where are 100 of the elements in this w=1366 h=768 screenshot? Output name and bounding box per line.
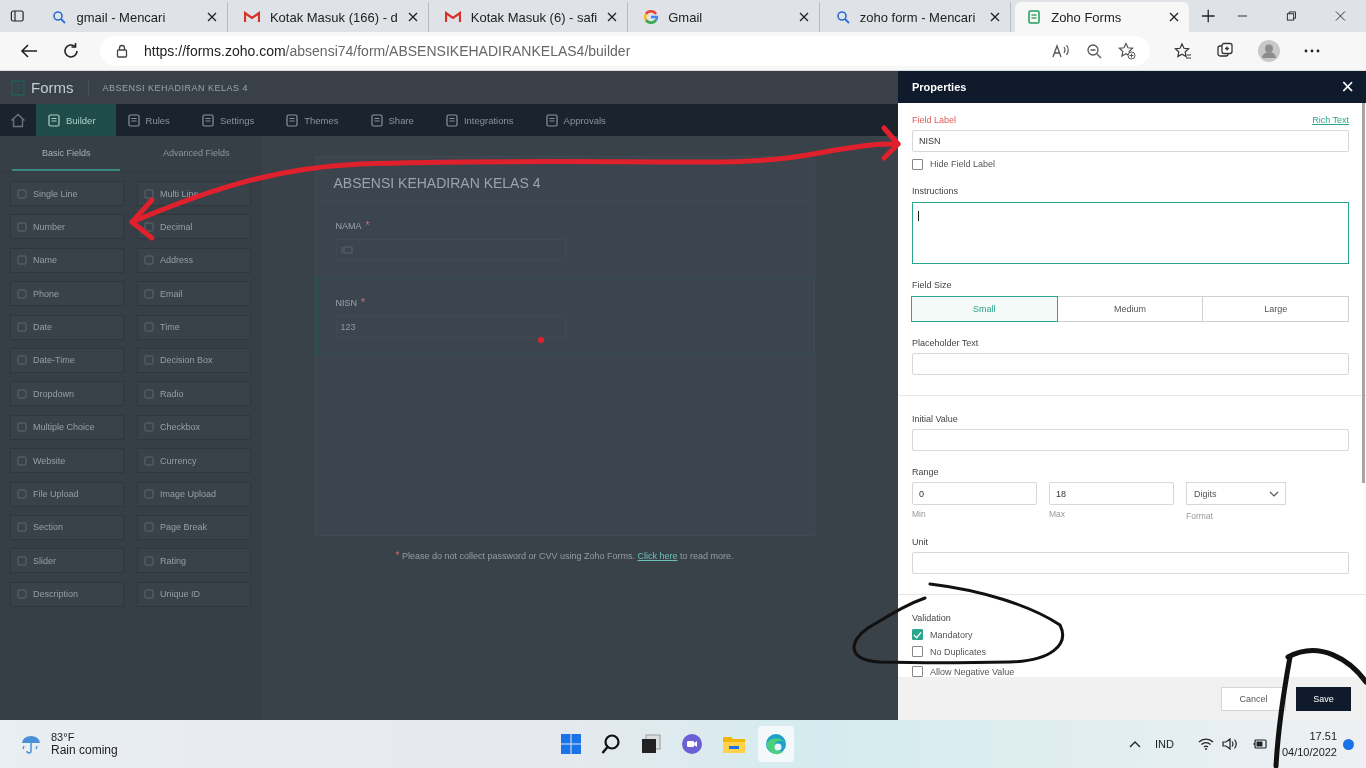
checkbox[interactable] — [912, 629, 923, 640]
field-type-button[interactable]: Multiple Choice — [10, 414, 124, 440]
field-type-button[interactable]: Dropdown — [10, 381, 124, 407]
field-type-button[interactable]: Website — [10, 448, 124, 474]
profile-avatar-icon[interactable] — [1258, 40, 1280, 62]
search-icon — [835, 10, 850, 24]
field-type-button[interactable]: Rating — [137, 548, 251, 574]
square-icon — [17, 288, 27, 299]
wifi-icon[interactable] — [1197, 738, 1214, 750]
field-type-button[interactable]: Phone — [10, 281, 124, 307]
nav-tab[interactable]: Themes — [274, 104, 359, 136]
clock-time[interactable]: 17.51 — [1309, 730, 1337, 742]
back-icon[interactable] — [20, 43, 38, 59]
new-tab-icon[interactable] — [1201, 8, 1216, 24]
field-type-button[interactable]: Description — [10, 581, 124, 607]
hide-label-checkbox[interactable]: Hide Field Label — [912, 158, 1349, 170]
close-icon[interactable] — [990, 12, 1001, 22]
size-option[interactable]: Large — [1202, 296, 1349, 323]
close-icon[interactable] — [1169, 12, 1179, 22]
cancel-button[interactable]: Cancel — [1221, 686, 1286, 711]
field-type-button[interactable]: Currency — [137, 448, 251, 474]
format-dropdown[interactable]: Digits — [1186, 482, 1286, 506]
read-more-link[interactable]: Click here — [637, 551, 678, 561]
field-type-button[interactable]: Image Upload — [137, 481, 251, 507]
nav-tab[interactable]: Rules — [115, 104, 190, 136]
field-type-button[interactable]: Radio — [137, 381, 251, 407]
square-icon — [17, 555, 27, 566]
tab-actions-icon[interactable] — [10, 8, 25, 24]
nav-tab[interactable]: Settings — [189, 104, 275, 136]
field-label-input[interactable]: NISN — [912, 130, 1349, 152]
folder-icon[interactable] — [722, 734, 746, 754]
instructions-field[interactable] — [912, 201, 1349, 265]
taskbar-app-button[interactable] — [758, 726, 794, 762]
field-type-button[interactable]: Decimal — [137, 214, 251, 240]
validation-checkbox[interactable]: No Duplicates — [912, 646, 1349, 657]
close-icon[interactable] — [607, 12, 618, 22]
checkbox[interactable] — [912, 646, 923, 657]
favorites-icon[interactable] — [1174, 42, 1192, 60]
nav-tab[interactable]: Approvals — [533, 104, 626, 136]
search-icon[interactable] — [600, 733, 622, 755]
field-type-button[interactable]: Single Line — [10, 181, 124, 206]
app-logo-text[interactable]: Forms — [31, 79, 74, 96]
save-button[interactable]: Save — [1296, 686, 1351, 711]
field-type-button[interactable]: Date — [10, 314, 124, 340]
close-icon[interactable] — [407, 12, 418, 22]
restore-icon[interactable] — [1286, 10, 1298, 22]
collections-icon[interactable] — [1216, 42, 1234, 60]
field-type-button[interactable]: Time — [137, 314, 251, 340]
zoom-out-icon[interactable] — [1086, 43, 1102, 59]
clock-date[interactable]: 04/10/2022 — [1281, 746, 1337, 758]
field-type-button[interactable]: Slider — [10, 548, 124, 574]
checkbox-label: Hide Field Label — [930, 159, 996, 170]
initial-value-input[interactable] — [912, 429, 1349, 452]
field-type-button[interactable]: Unique ID — [137, 581, 251, 607]
more-icon[interactable] — [1304, 49, 1320, 53]
form-field-block[interactable]: NISN * 123 — [315, 278, 814, 354]
form-name: ABSENSI KEHADIRAN KELAS 4 — [102, 82, 249, 93]
notification-dot[interactable] — [1343, 738, 1354, 750]
nav-tab[interactable]: Integrations — [433, 104, 534, 136]
palette-tab[interactable]: Basic Fields — [12, 136, 121, 171]
chevron-up-icon[interactable] — [1129, 740, 1141, 748]
size-option[interactable]: Small — [911, 296, 1058, 323]
star-add-icon[interactable] — [1118, 42, 1136, 60]
close-icon[interactable] — [206, 12, 217, 22]
form-field-block[interactable]: NAMA * — [315, 202, 814, 278]
close-button[interactable]: × — [1341, 76, 1354, 98]
checkbox[interactable] — [912, 158, 923, 170]
read-aloud-icon[interactable] — [1052, 44, 1070, 58]
home-icon — [10, 112, 26, 128]
size-option[interactable]: Medium — [1056, 296, 1204, 323]
battery-icon[interactable] — [1251, 738, 1268, 750]
language-indicator[interactable]: IND — [1155, 738, 1174, 750]
validation-checkbox[interactable]: Mandatory — [912, 629, 1349, 640]
field-type-button[interactable]: Section — [10, 514, 124, 540]
nav-tab[interactable]: Share — [358, 104, 434, 136]
field-type-button[interactable]: Page Break — [137, 514, 251, 540]
field-type-button[interactable]: File Upload — [10, 481, 124, 507]
palette-tab[interactable]: Advanced Fields — [132, 136, 260, 171]
address-field[interactable]: https://forms.zoho.com/absensi74/form/ABSENSIKEHADIRANKELAS4/builder — [100, 36, 1150, 66]
field-type-button[interactable]: Email — [137, 281, 251, 307]
rich-text-link[interactable]: Rich Text — [1312, 115, 1349, 125]
reload-icon[interactable] — [62, 42, 80, 60]
speaker-icon[interactable] — [1221, 738, 1238, 750]
min-input[interactable]: 0 — [912, 482, 1037, 506]
max-input[interactable]: 18 — [1049, 482, 1174, 506]
unit-input[interactable] — [912, 552, 1349, 575]
task-view-icon[interactable] — [640, 733, 662, 755]
close-icon[interactable] — [798, 12, 809, 22]
weather-text: Rain coming — [51, 743, 118, 757]
chat-icon[interactable] — [680, 733, 704, 755]
nav-tab[interactable]: Builder — [36, 104, 116, 136]
placeholder-text-input[interactable] — [912, 353, 1349, 376]
browser-tab[interactable]: Zoho Forms — [1015, 2, 1189, 32]
field-type-button[interactable]: Checkbox — [137, 414, 251, 440]
field-type-button[interactable]: Decision Box — [137, 347, 251, 373]
field-type-button[interactable]: Address — [137, 247, 251, 273]
field-type-button[interactable]: Date-Time — [10, 347, 124, 373]
start-icon[interactable] — [560, 733, 582, 755]
field-type-button[interactable]: Name — [10, 247, 124, 273]
field-type-button[interactable]: Number — [10, 214, 124, 240]
